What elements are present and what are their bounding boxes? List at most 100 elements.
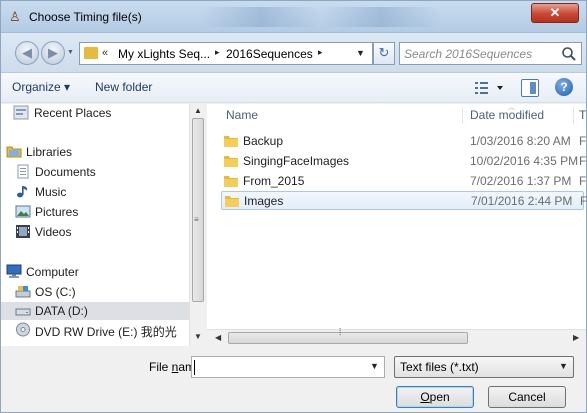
horizontal-scrollbar[interactable]: ◀ ⦙ ▶: [207, 327, 586, 346]
open-button[interactable]: Open: [396, 386, 474, 408]
sidebar-item-label: Recent Places: [34, 106, 112, 120]
scroll-down-icon[interactable]: ▼: [194, 332, 202, 341]
column-header-date-modified[interactable]: Date modified: [470, 104, 544, 126]
file-row[interactable]: From_2015 7/02/2016 1:37 PM F: [221, 172, 587, 191]
sidebar-item-recent-places[interactable]: Recent Places: [1, 104, 189, 122]
address-overflow[interactable]: «: [102, 47, 108, 59]
forward-button[interactable]: ▶: [41, 41, 65, 65]
sidebar-item-computer[interactable]: Computer: [1, 263, 189, 281]
file-name: Images: [244, 194, 284, 208]
sidebar-item-videos[interactable]: Videos: [1, 223, 189, 241]
file-name: From_2015: [243, 174, 305, 188]
sidebar-item-pictures[interactable]: Pictures: [1, 203, 189, 221]
sidebar-item-label: Computer: [26, 265, 79, 279]
sidebar-item-label: Music: [35, 185, 67, 199]
sidebar-item-libraries[interactable]: Libraries: [1, 143, 189, 161]
help-icon[interactable]: ?: [555, 78, 573, 96]
chevron-down-icon[interactable]: ▼: [559, 361, 568, 371]
sidebar-item-label: Videos: [35, 225, 72, 239]
search-icon[interactable]: [560, 45, 578, 63]
window-title: Choose Timing file(s): [29, 10, 142, 24]
folder-icon: [225, 195, 239, 207]
breadcrumb-segment[interactable]: My xLights Seq...: [118, 47, 210, 61]
documents-icon: [17, 164, 29, 179]
scroll-up-icon[interactable]: ▲: [194, 106, 202, 115]
scroll-thumb[interactable]: [228, 332, 468, 344]
scroll-right-icon[interactable]: ▶: [573, 333, 579, 342]
breadcrumb-separator-icon[interactable]: ▸: [318, 47, 323, 58]
sidebar-item-label: DATA (D:): [35, 304, 88, 318]
file-type: F: [579, 174, 587, 188]
file-type-value: Text files (*.txt): [400, 360, 479, 374]
pictures-icon: [15, 205, 31, 218]
sidebar-item-data-drive[interactable]: DATA (D:): [1, 302, 189, 320]
column-divider[interactable]: [573, 107, 574, 124]
preview-pane-icon[interactable]: [521, 79, 539, 97]
drive-icon: [15, 308, 31, 316]
app-icon: ♙: [9, 9, 21, 24]
sidebar-item-label: Pictures: [35, 205, 79, 219]
file-row[interactable]: Backup 1/03/2016 8:20 AM F: [221, 132, 587, 151]
folder-icon: [224, 175, 238, 187]
refresh-button[interactable]: ↻: [373, 42, 395, 65]
refresh-icon: ↻: [378, 45, 390, 60]
file-row[interactable]: SingingFaceImages 10/02/2016 4:35 PM F: [221, 152, 587, 171]
scroll-grip-icon: ⦙: [339, 327, 342, 338]
search-input[interactable]: [404, 46, 554, 61]
sidebar-item-os-drive[interactable]: OS (C:): [1, 283, 189, 301]
address-dropdown-icon[interactable]: ▼: [356, 48, 365, 58]
breadcrumb-segment[interactable]: 2016Sequences: [226, 47, 313, 61]
column-divider[interactable]: [462, 107, 463, 124]
scroll-thumb[interactable]: [192, 118, 204, 302]
file-date: 1/03/2016 8:20 AM: [470, 134, 571, 148]
file-type: F: [579, 154, 587, 168]
close-button[interactable]: ✕: [531, 3, 579, 23]
libraries-icon: [6, 146, 22, 158]
file-dialog: ♙ Choose Timing file(s) ✕ ◀ ▶ ▼ « My xLi…: [0, 0, 587, 413]
organize-menu[interactable]: Organize ▾: [12, 80, 70, 94]
file-name-combobox[interactable]: ▼: [191, 356, 385, 378]
sidebar-item-label: OS (C:): [35, 285, 76, 299]
address-bar[interactable]: « My xLights Seq... ▸ 2016Sequences ▸ ▼: [79, 42, 373, 65]
dialog-footer: File name: ▼ Text files (*.txt) ▼ Open C…: [1, 346, 586, 412]
scroll-left-icon[interactable]: ◀: [215, 333, 221, 342]
folder-icon: [224, 135, 238, 147]
back-button[interactable]: ◀: [15, 41, 39, 65]
command-bar: Organize ▾ New folder ?: [1, 73, 586, 103]
sidebar-item-documents[interactable]: Documents: [1, 163, 189, 181]
dvd-drive-icon: [16, 322, 30, 337]
file-name-input[interactable]: [195, 360, 365, 375]
folder-icon: [84, 47, 98, 59]
sidebar-item-label: Documents: [35, 165, 96, 179]
sidebar-item-dvd-drive[interactable]: DVD RW Drive (E:) 我的光: [1, 321, 189, 339]
music-icon: [17, 186, 28, 198]
sidebar-item-music[interactable]: Music: [1, 183, 189, 201]
file-name: Backup: [243, 134, 284, 148]
forward-arrow-icon: ▶: [48, 45, 58, 60]
recent-locations-dropdown[interactable]: ▼: [67, 49, 74, 56]
search-box[interactable]: [399, 42, 582, 65]
scroll-grip-icon: ≡: [194, 215, 199, 224]
file-type: F: [579, 134, 587, 148]
column-header-type[interactable]: T: [579, 104, 586, 126]
address-row: ◀ ▶ ▼ « My xLights Seq... ▸ 2016Sequence…: [1, 33, 586, 73]
sidebar-scrollbar[interactable]: ▲ ≡ ▼: [189, 104, 206, 346]
file-type: F: [580, 194, 587, 208]
change-view-icon[interactable]: [473, 79, 507, 97]
column-header-name[interactable]: Name: [226, 104, 258, 126]
chevron-down-icon[interactable]: ▼: [370, 361, 379, 371]
computer-icon: [6, 264, 22, 278]
file-date: 10/02/2016 4:35 PM: [470, 154, 579, 168]
sidebar-item-label: Libraries: [26, 145, 73, 159]
file-type-select[interactable]: Text files (*.txt) ▼: [394, 356, 574, 378]
navigation-pane: Recent Places Libraries Documents Music …: [1, 104, 206, 346]
file-date: 7/01/2016 2:44 PM: [471, 194, 573, 208]
cancel-button[interactable]: Cancel: [488, 386, 566, 408]
file-row-selected[interactable]: Images 7/01/2016 2:44 PM F: [221, 191, 587, 210]
breadcrumb-separator-icon[interactable]: ▸: [215, 47, 220, 58]
file-date: 7/02/2016 1:37 PM: [470, 174, 572, 188]
title-bar-background: [201, 7, 501, 27]
file-name: SingingFaceImages: [243, 154, 350, 168]
sidebar-item-label: DVD RW Drive (E:) 我的光: [35, 325, 177, 339]
new-folder-button[interactable]: New folder: [95, 80, 152, 94]
